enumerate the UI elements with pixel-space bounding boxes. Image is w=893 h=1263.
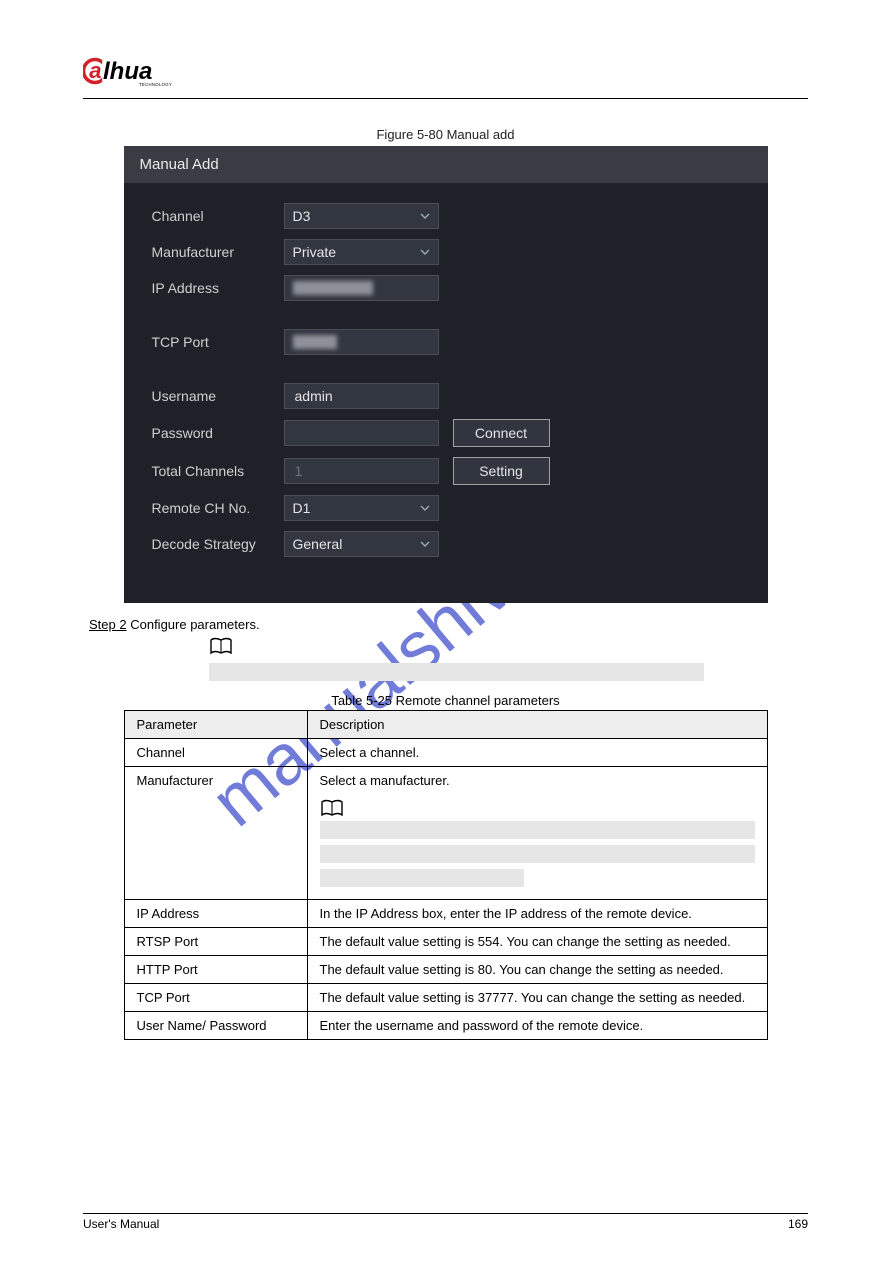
table-header: Parameter Description xyxy=(124,711,767,739)
param-table: Parameter Description Channel Select a c… xyxy=(124,710,768,1040)
header-parameter: Parameter xyxy=(124,711,307,739)
table-row: Manufacturer Select a manufacturer. xyxy=(124,767,767,900)
decode-select[interactable]: General xyxy=(284,531,439,557)
note-line xyxy=(320,821,755,839)
figure-caption: Figure 5-80 Manual add xyxy=(83,127,808,142)
svg-text:lhua: lhua xyxy=(103,58,152,85)
password-value[interactable] xyxy=(293,424,430,442)
book-icon xyxy=(209,636,233,661)
decode-label: Decode Strategy xyxy=(152,536,284,552)
dialog-title: Manual Add xyxy=(124,146,768,183)
brand-logo: a lhua TECHNOLOGY xyxy=(83,50,808,90)
table-row: TCP Port The default value setting is 37… xyxy=(124,984,767,1012)
connect-button[interactable]: Connect xyxy=(453,419,550,447)
password-label: Password xyxy=(152,425,284,441)
header-description: Description xyxy=(307,711,767,739)
note-block xyxy=(209,636,808,681)
table-row: HTTP Port The default value setting is 8… xyxy=(124,956,767,984)
total-channels-label: Total Channels xyxy=(152,463,284,479)
step-text: Step 2 Configure parameters. xyxy=(89,617,808,632)
manufacturer-label: Manufacturer xyxy=(152,244,284,260)
header-divider xyxy=(83,98,808,99)
footer-right: 169 xyxy=(788,1217,808,1231)
total-channels-input[interactable] xyxy=(284,458,439,484)
username-input[interactable] xyxy=(284,383,439,409)
manual-add-dialog: Manual Add Channel D3 Manufacturer Priva… xyxy=(124,146,768,603)
redacted-text xyxy=(293,281,373,295)
svg-text:a: a xyxy=(89,58,101,83)
manufacturer-value: Private xyxy=(293,244,337,260)
chevron-down-icon xyxy=(420,211,430,221)
manufacturer-select[interactable]: Private xyxy=(284,239,439,265)
chevron-down-icon xyxy=(420,503,430,513)
channel-select[interactable]: D3 xyxy=(284,203,439,229)
total-channels-value xyxy=(293,462,430,480)
ip-label: IP Address xyxy=(152,280,284,296)
channel-label: Channel xyxy=(152,208,284,224)
tcp-input[interactable] xyxy=(284,329,439,355)
ip-input[interactable] xyxy=(284,275,439,301)
decode-value: General xyxy=(293,536,343,552)
table-row: User Name/ Password Enter the username a… xyxy=(124,1012,767,1040)
note-line xyxy=(320,869,524,887)
username-value[interactable] xyxy=(293,387,430,405)
chevron-down-icon xyxy=(420,539,430,549)
book-icon xyxy=(320,806,344,821)
table-row: Channel Select a channel. xyxy=(124,739,767,767)
note-line xyxy=(320,845,755,863)
note-highlight xyxy=(209,663,704,681)
password-input[interactable] xyxy=(284,420,439,446)
table-row: IP Address In the IP Address box, enter … xyxy=(124,900,767,928)
remote-ch-select[interactable]: D1 xyxy=(284,495,439,521)
chevron-down-icon xyxy=(420,247,430,257)
tcp-label: TCP Port xyxy=(152,334,284,350)
remote-ch-value: D1 xyxy=(293,500,311,516)
table-caption: Table 5-25 Remote channel parameters xyxy=(83,693,808,708)
redacted-text xyxy=(293,335,337,349)
setting-button[interactable]: Setting xyxy=(453,457,550,485)
footer: User's Manual 169 xyxy=(83,1213,808,1231)
svg-text:TECHNOLOGY: TECHNOLOGY xyxy=(139,82,172,87)
footer-left: User's Manual xyxy=(83,1217,159,1231)
remote-ch-label: Remote CH No. xyxy=(152,500,284,516)
channel-value: D3 xyxy=(293,208,311,224)
table-row: RTSP Port The default value setting is 5… xyxy=(124,928,767,956)
username-label: Username xyxy=(152,388,284,404)
